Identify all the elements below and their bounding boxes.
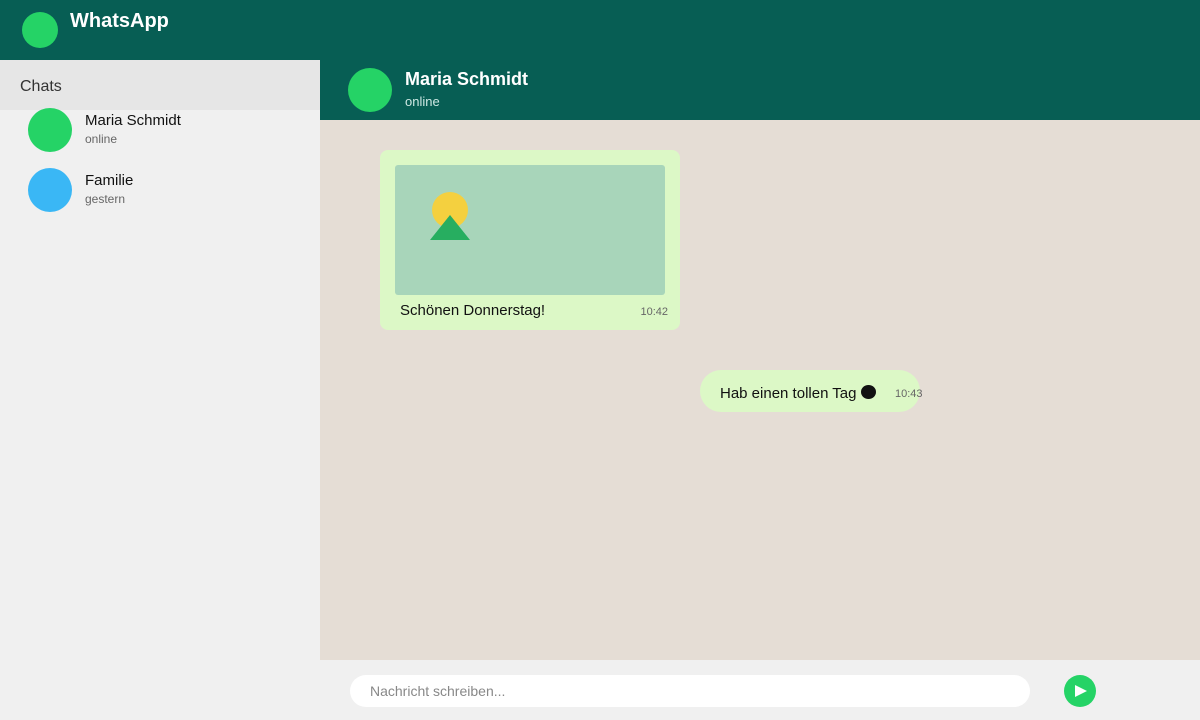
image-placeholder-icon[interactable] [395,165,665,295]
message-time: 10:42 [640,306,668,318]
chat-item-subtitle: online [85,132,118,146]
chat-item-name: Maria Schmidt [85,112,181,129]
chat-item-familie[interactable]: Familie gestern [0,168,320,224]
message-time: 10:43 [895,388,923,400]
chat-item-maria-schmidt[interactable]: Maria Schmidt online [0,108,320,164]
composer-bar [320,660,1200,720]
top-bar: WhatsApp [0,0,1200,60]
sidebar: Chats Maria Schmidt online Familie geste… [0,60,320,720]
app-title: WhatsApp [70,10,169,32]
chat-item-name: Familie [85,172,134,189]
image-message-bubble[interactable]: Schönen Donnerstag! 10:42 [380,150,680,330]
chat-item-subtitle: gestern [85,192,126,206]
avatar [28,168,72,212]
message-input[interactable] [350,675,1030,707]
text-message-bubble[interactable]: Hab einen tollen Tag 10:43 [700,370,923,412]
smiling-face-emoji-icon [860,385,876,399]
avatar [28,108,72,152]
send-icon [1075,685,1087,697]
contact-avatar[interactable] [348,68,392,112]
whatsapp-window: WhatsApp Chats Maria Schmidt online Fami… [0,0,1200,720]
message-text: Hab einen tollen Tag [720,385,857,402]
contact-name: Maria Schmidt [405,69,529,89]
message-text-line: Hab einen tollen Tag [720,384,876,402]
message-list: Schönen Donnerstag! 10:42 Hab einen toll… [320,120,1200,660]
chats-heading: Chats [20,78,62,95]
contact-status: online [405,94,440,109]
mountain-icon [430,215,470,240]
chat-header: Maria Schmidt online [320,60,1200,120]
message-caption: Schönen Donnerstag! [400,302,546,319]
send-button[interactable] [1064,675,1096,707]
app-logo [22,12,58,48]
sidebar-header: Chats [0,60,320,110]
